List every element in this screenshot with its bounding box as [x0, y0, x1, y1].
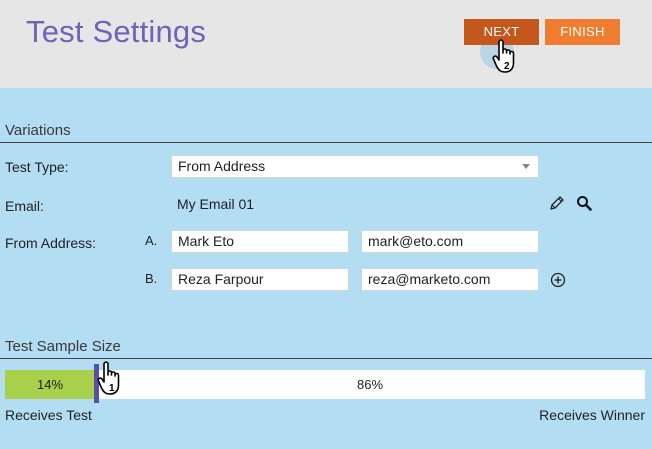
test-type-select[interactable]: From Address — [171, 155, 539, 178]
test-type-label: Test Type: — [5, 159, 69, 175]
variant-a-letter: A. — [145, 233, 158, 248]
pencil-icon[interactable] — [549, 195, 565, 211]
sample-size-section-title: Test Sample Size — [5, 338, 121, 355]
receives-winner-label: Receives Winner — [539, 407, 645, 423]
email-value: My Email 01 — [177, 196, 255, 212]
variations-section-title: Variations — [5, 122, 71, 139]
page-title: Test Settings — [26, 14, 207, 49]
variant-a-email-field[interactable]: mark@eto.com — [361, 230, 539, 253]
variant-a-name-field[interactable]: Mark Eto — [171, 230, 349, 253]
section-divider — [0, 142, 652, 143]
slider-handle[interactable] — [94, 364, 99, 403]
variant-b-letter: B. — [145, 271, 158, 286]
section-divider — [0, 358, 652, 359]
plus-circle-icon[interactable] — [550, 272, 566, 288]
sample-size-slider[interactable]: 14% 86% — [5, 370, 645, 399]
next-button[interactable]: NEXT — [464, 19, 539, 45]
page-header: Test Settings NEXT FINISH — [0, 0, 652, 88]
from-address-label: From Address: — [5, 235, 97, 251]
variant-b-email-field[interactable]: reza@marketo.com — [361, 268, 539, 291]
email-label: Email: — [5, 198, 44, 214]
finish-button[interactable]: FINISH — [545, 19, 620, 45]
winner-percent-label: 86% — [356, 377, 384, 392]
test-percent-label: 14% — [36, 377, 64, 392]
test-type-selected-value: From Address — [178, 158, 266, 174]
variant-b-name-field[interactable]: Reza Farpour — [171, 268, 349, 291]
search-icon[interactable] — [576, 195, 592, 211]
receives-test-label: Receives Test — [5, 407, 92, 423]
chevron-down-icon — [522, 164, 530, 169]
